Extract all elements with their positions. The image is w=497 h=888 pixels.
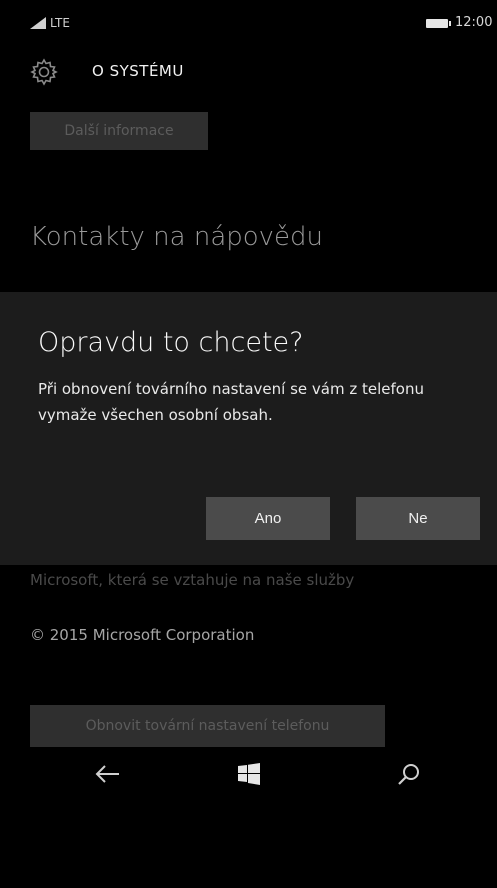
status-bar: LTE 12:00 <box>0 0 497 48</box>
search-button[interactable] <box>384 749 434 799</box>
gear-icon <box>30 58 58 86</box>
yes-button[interactable]: Ano <box>206 497 330 540</box>
search-icon <box>398 764 419 785</box>
no-button[interactable]: Ne <box>356 497 480 540</box>
windows-logo-icon <box>238 763 260 785</box>
signal-strength-icon <box>30 17 46 29</box>
status-time: 12:00 <box>455 15 493 30</box>
copyright-text: © 2015 Microsoft Corporation <box>30 626 255 644</box>
dialog-title: Opravdu to chcete? <box>38 327 304 358</box>
network-type: LTE <box>50 16 70 30</box>
page-header <box>0 48 497 98</box>
help-contacts-heading: Kontakty na nápovědu <box>30 222 324 252</box>
page-title: O SYSTÉMU <box>92 62 184 80</box>
start-button[interactable] <box>224 749 274 799</box>
back-arrow-icon <box>95 765 119 783</box>
back-button[interactable] <box>82 749 132 799</box>
dialog-message: Při obnovení továrního nastavení se vám … <box>38 380 424 424</box>
battery-icon <box>426 19 451 28</box>
microsoft-services-text: Microsoft, která se vztahuje na naše slu… <box>30 571 355 589</box>
more-info-button[interactable]: Další informace <box>30 112 208 150</box>
